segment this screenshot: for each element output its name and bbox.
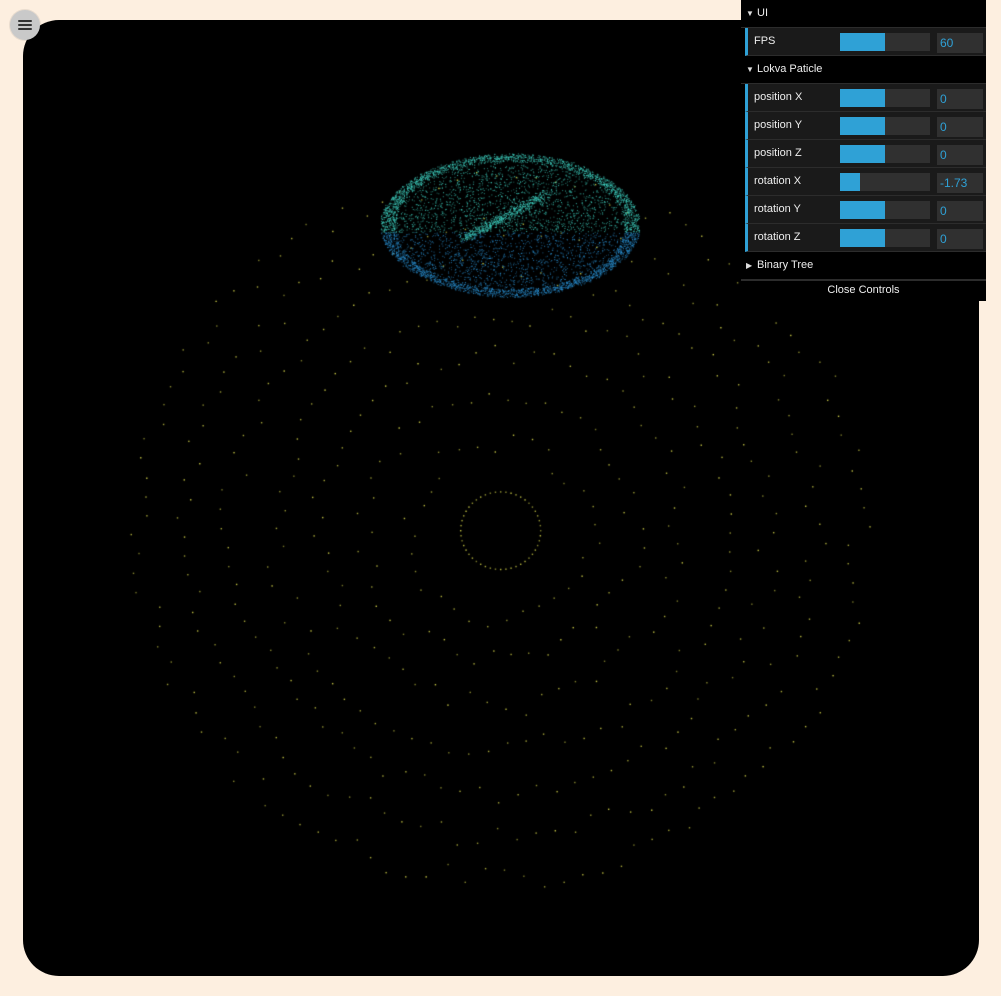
- position-x-label: position X: [754, 91, 803, 103]
- rotation-x-input[interactable]: [937, 173, 983, 193]
- rotation-x-control: rotation X: [745, 168, 986, 196]
- rotation-y-control: rotation Y: [745, 196, 986, 224]
- caret-down-icon: ▼: [746, 65, 754, 74]
- rotation-x-slider-fill: [840, 173, 860, 191]
- position-z-label: position Z: [754, 147, 802, 159]
- folder-lokva-particle[interactable]: ▼ Lokva Paticle: [741, 56, 986, 84]
- rotation-z-slider-fill: [840, 229, 885, 247]
- fps-control: FPS: [745, 28, 986, 56]
- position-z-control: position Z: [745, 140, 986, 168]
- folder-ui-title: UI: [757, 7, 768, 19]
- menu-button[interactable]: [10, 10, 40, 40]
- position-y-slider-fill: [840, 117, 885, 135]
- close-controls-button[interactable]: Close Controls: [741, 280, 986, 301]
- folder-particle-title: Lokva Paticle: [757, 63, 823, 75]
- position-z-slider-fill: [840, 145, 885, 163]
- rotation-z-slider[interactable]: [840, 229, 930, 247]
- folder-ui[interactable]: ▼ UI: [741, 0, 986, 28]
- fps-label: FPS: [754, 35, 776, 47]
- rotation-x-label: rotation X: [754, 175, 802, 187]
- rotation-y-label: rotation Y: [754, 203, 801, 215]
- position-x-slider-fill: [840, 89, 885, 107]
- fps-slider[interactable]: [840, 33, 930, 51]
- position-x-input[interactable]: [937, 89, 983, 109]
- controls-panel: ▼ UI FPS ▼ Lokva Paticle position X posi…: [741, 0, 986, 301]
- position-z-input[interactable]: [937, 145, 983, 165]
- rotation-z-input[interactable]: [937, 229, 983, 249]
- position-y-label: position Y: [754, 119, 803, 131]
- position-x-slider[interactable]: [840, 89, 930, 107]
- position-y-slider[interactable]: [840, 117, 930, 135]
- hamburger-icon: [18, 20, 32, 30]
- folder-binary-tree[interactable]: ▶ Binary Tree: [741, 252, 986, 280]
- position-y-input[interactable]: [937, 117, 983, 137]
- rotation-x-slider[interactable]: [840, 173, 930, 191]
- rotation-y-input[interactable]: [937, 201, 983, 221]
- folder-binary-title: Binary Tree: [757, 259, 814, 271]
- rotation-z-control: rotation Z: [745, 224, 986, 252]
- fps-slider-fill: [840, 33, 885, 51]
- position-z-slider[interactable]: [840, 145, 930, 163]
- rotation-y-slider-fill: [840, 201, 885, 219]
- fps-input[interactable]: [937, 33, 983, 53]
- caret-right-icon: ▶: [746, 261, 753, 270]
- caret-down-icon: ▼: [746, 9, 754, 18]
- position-x-control: position X: [745, 84, 986, 112]
- rotation-z-label: rotation Z: [754, 231, 801, 243]
- rotation-y-slider[interactable]: [840, 201, 930, 219]
- position-y-control: position Y: [745, 112, 986, 140]
